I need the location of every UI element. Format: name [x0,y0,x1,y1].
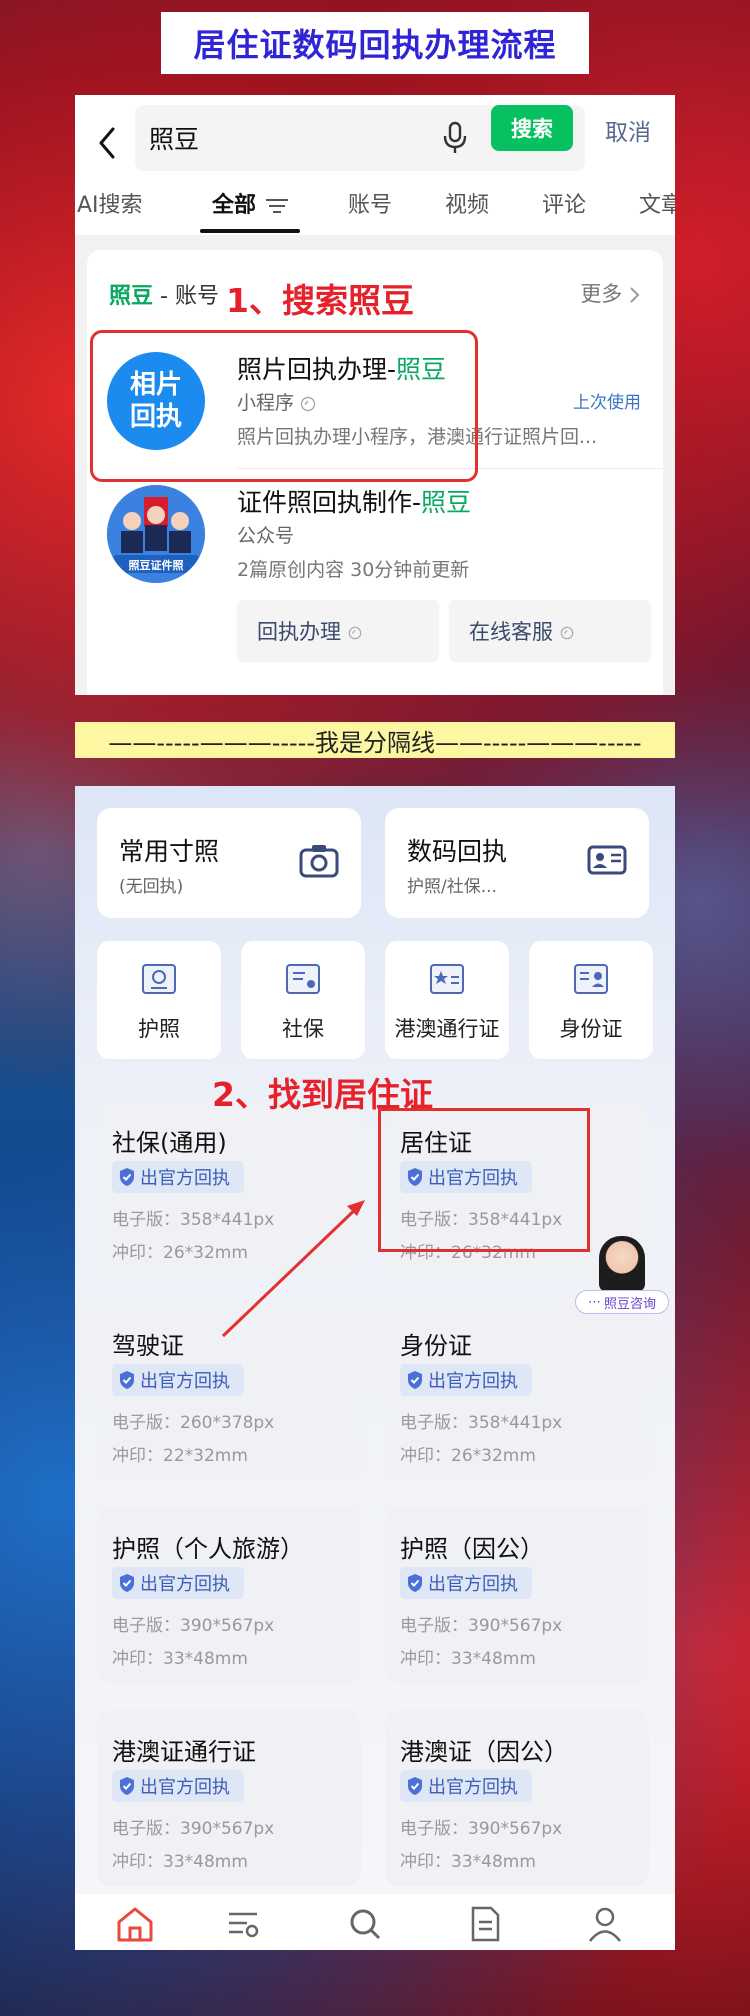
title-banner: 居住证数码回执办理流程 [161,12,589,74]
separator-banner: ——-----———-----我是分隔线——-----———----- [75,722,675,758]
official-receipt-tag: 出官方回执 [400,1364,532,1396]
tab-videos[interactable]: 视频 [445,187,489,219]
category-icon[interactable] [223,1904,263,1944]
digital-receipt-card[interactable]: 数码回执 护照/社保... [385,808,649,918]
step-1-annotation: 1、搜索照豆 [226,281,414,320]
link-icon [560,626,573,640]
link-icon [348,626,361,640]
passport-icon [142,964,176,994]
id-card-icon [587,845,627,875]
section-title: 照豆 - 账号 [109,284,219,309]
search-tabs: AI搜索 全部 账号 视频 评论 文章 [75,177,675,235]
consult-label: ⋯ 照豆咨询 [575,1290,669,1314]
app-screenshot: 常用寸照 (无回执) 数码回执 护照/社保... 护照 社保 港澳通行证 身份证 [75,786,675,1950]
online-support-button[interactable]: 在线客服 [449,600,651,662]
back-icon[interactable] [93,123,123,163]
chat-icon: ⋯ [587,1294,601,1310]
social-security-icon [286,964,320,994]
highlight-frame-residence-permit [378,1108,590,1252]
search-icon[interactable] [345,1904,385,1944]
cancel-button[interactable]: 取消 [605,113,651,147]
official-receipt-tag: 出官方回执 [112,1364,244,1396]
official-receipt-tag: 出官方回执 [112,1567,244,1599]
shield-check-icon [408,1574,422,1592]
doc-card-id-card[interactable]: 身份证 出官方回执 电子版：358*441px 冲印：26*32mm [385,1304,649,1480]
microphone-icon[interactable] [441,121,469,155]
document-icon[interactable] [465,1904,505,1944]
page-title: 居住证数码回执办理流程 [193,26,557,64]
tab-accounts[interactable]: 账号 [348,187,392,219]
shield-check-icon [120,1168,134,1186]
id-icon [574,964,608,994]
standard-photo-card[interactable]: 常用寸照 (无回执) [97,808,361,918]
category-social-security[interactable]: 社保 [241,941,365,1059]
result-official-account[interactable]: 照豆证件照 证件照回执制作-照豆 公众号 2篇原创内容 30分钟前更新 回执办理… [87,475,663,675]
result-title: 证件照回执制作-照豆 [237,488,472,517]
official-account-avatar: 照豆证件照 [107,485,205,583]
result-type: 公众号 [237,525,295,547]
shield-check-icon [408,1777,422,1795]
filter-icon [266,199,289,213]
shield-check-icon [120,1574,134,1592]
tab-articles[interactable]: 文章 [639,187,675,219]
official-receipt-tag: 出官方回执 [400,1567,532,1599]
tab-ai-search[interactable]: AI搜索 [77,187,143,219]
receipt-service-button[interactable]: 回执办理 [237,600,439,662]
active-tab-indicator [200,229,300,233]
assistant-avatar [599,1236,645,1292]
tab-comments[interactable]: 评论 [542,187,586,219]
consult-assistant[interactable]: ⋯ 照豆咨询 [575,1236,669,1320]
official-receipt-tag: 出官方回执 [112,1770,244,1802]
search-button[interactable]: 搜索 [491,105,573,151]
more-link[interactable]: 更多 [580,278,641,308]
tab-all[interactable]: 全部 [212,187,289,219]
shield-check-icon [408,1371,422,1389]
avatar-caption: 照豆证件照 [128,559,184,572]
doc-card-passport-personal[interactable]: 护照（个人旅游） 出官方回执 电子版：390*567px 冲印：33*48mm [97,1507,361,1683]
official-receipt-tag: 出官方回执 [112,1161,244,1193]
category-id-card[interactable]: 身份证 [529,941,653,1059]
doc-card-hk-macau-official[interactable]: 港澳证（因公） 出官方回执 电子版：390*567px 冲印：33*48mm [385,1710,649,1886]
highlight-frame-mini-program [90,330,478,482]
search-query: 照豆 [149,125,200,154]
official-receipt-tag: 出官方回执 [400,1770,532,1802]
chevron-right-icon [630,287,640,303]
shield-check-icon [120,1371,134,1389]
shield-check-icon [120,1777,134,1795]
hk-macau-permit-icon [430,964,464,994]
bottom-navigation [75,1894,675,1950]
home-icon[interactable] [115,1904,155,1944]
doc-card-passport-official[interactable]: 护照（因公） 出官方回执 电子版：390*567px 冲印：33*48mm [385,1507,649,1683]
doc-card-hk-macau-permit[interactable]: 港澳证通行证 出官方回执 电子版：390*567px 冲印：33*48mm [97,1710,361,1886]
result-description: 2篇原创内容 30分钟前更新 [237,559,470,581]
category-hk-macau-permit[interactable]: 港澳通行证 [385,941,509,1059]
last-used-badge: 上次使用 [573,393,641,413]
profile-icon[interactable] [585,1904,625,1944]
pointer-arrow [221,1200,365,1338]
camera-icon [299,845,339,878]
category-passport[interactable]: 护照 [97,941,221,1059]
